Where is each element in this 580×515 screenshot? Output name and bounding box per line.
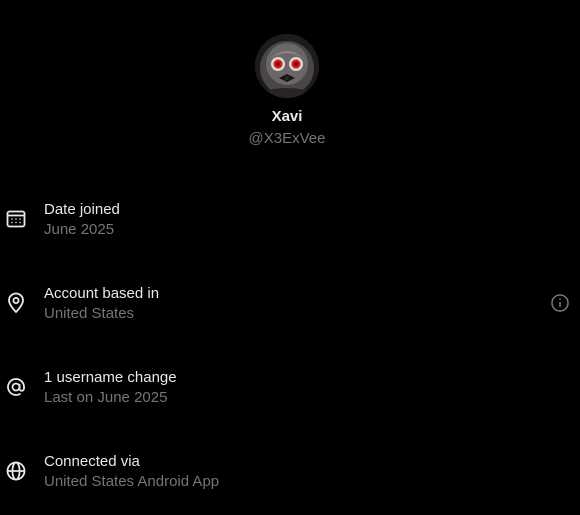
- account-based-in-row: Account based in United States: [0, 284, 580, 344]
- connected-via-row: Connected via United States Android App: [0, 452, 580, 512]
- profile-header: Xavi @X3ExVee: [0, 34, 574, 148]
- date-joined-label: Date joined: [44, 201, 120, 218]
- avatar[interactable]: [255, 34, 319, 98]
- connected-via-value: United States Android App: [44, 473, 220, 490]
- username-handle: @X3ExVee: [248, 130, 326, 147]
- at-sign-icon: [5, 376, 27, 398]
- date-joined-value: June 2025: [44, 221, 115, 238]
- info-icon: [551, 294, 569, 312]
- username-change-value: Last on June 2025: [44, 389, 168, 406]
- account-based-in-value: United States: [44, 305, 135, 322]
- avatar-image: [255, 34, 319, 98]
- username-change-label: 1 username change: [44, 369, 177, 386]
- username-change-row: 1 username change Last on June 2025: [0, 368, 580, 428]
- globe-icon: [5, 460, 27, 482]
- connected-via-label: Connected via: [44, 453, 140, 470]
- account-based-in-label: Account based in: [44, 285, 160, 302]
- location-pin-icon: [5, 292, 27, 314]
- display-name: Xavi: [271, 108, 303, 125]
- date-joined-row: Date joined June 2025: [0, 200, 580, 260]
- info-button[interactable]: [549, 292, 571, 314]
- calendar-icon: [5, 208, 27, 230]
